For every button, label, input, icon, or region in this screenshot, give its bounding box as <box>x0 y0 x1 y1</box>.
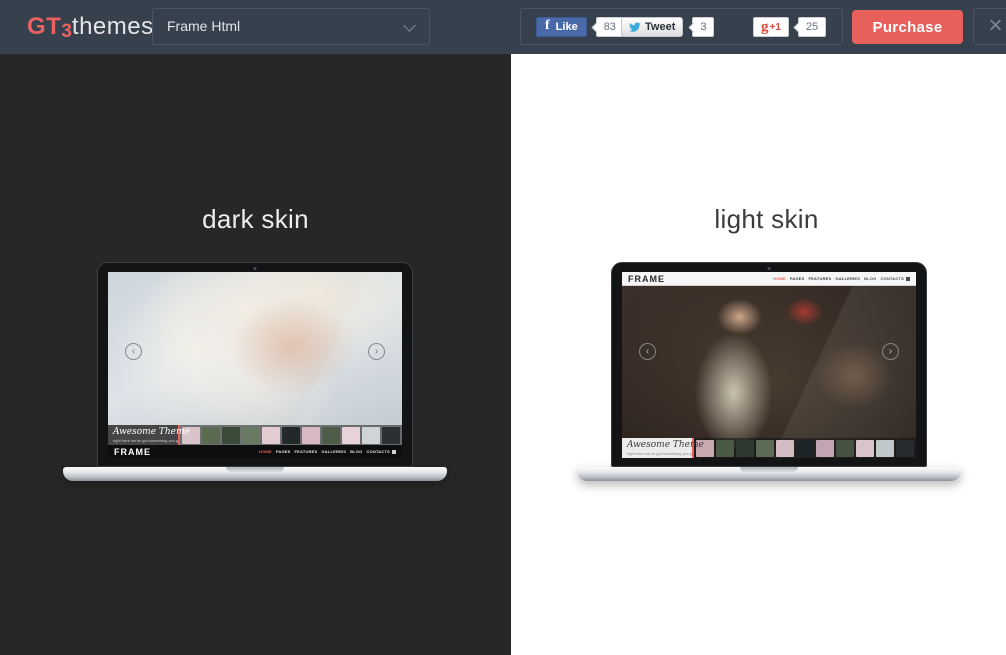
facebook-like-count: 83 <box>596 17 624 37</box>
laptop-notch <box>226 467 284 472</box>
laptop-screen: FRAME HOMEPAGESFEATURESGALLERIESBLOGCONT… <box>611 262 927 467</box>
webcam-dot <box>254 267 257 270</box>
close-button[interactable]: × <box>973 8 1006 45</box>
site-navbar: FRAME HOME PAGES FEATURESGALLERIES BLOG CONT… <box>108 445 402 458</box>
site-menu-item: PAGES <box>276 449 291 454</box>
thumbnail <box>342 427 360 444</box>
logo-themes: themes <box>72 13 154 40</box>
menu-grid-icon <box>392 450 396 454</box>
thumbnail <box>736 440 754 457</box>
social-share-box: f Like 83 Tweet 3 g +1 25 <box>520 8 843 45</box>
gplus-button[interactable]: g +1 <box>753 17 789 37</box>
tweet-count: 3 <box>692 17 714 37</box>
site-logo: FRAME <box>114 447 151 457</box>
gplus-count: 25 <box>798 17 826 37</box>
thumbnail-strip <box>694 438 916 458</box>
slider-next-icon: › <box>368 343 385 360</box>
macbook-mockup-dark: ‹ › Awesome Theme right here we've got s… <box>63 262 447 481</box>
dark-skin-panel: dark skin ‹ › Awesome Theme right here w… <box>0 54 511 655</box>
dark-skin-title: dark skin <box>0 204 511 235</box>
thumbnail <box>302 427 320 444</box>
close-icon: × <box>988 12 1002 39</box>
logo-gt: GT <box>27 13 61 40</box>
thumbnail <box>262 427 280 444</box>
gplus-icon: g <box>761 18 769 36</box>
facebook-like-widget: f Like 83 <box>536 17 624 37</box>
laptop-base <box>63 467 447 481</box>
site-menu-item: FEATURES <box>295 449 318 454</box>
light-skin-title: light skin <box>519 204 1006 235</box>
chevron-down-icon <box>403 19 416 32</box>
thumbnail <box>756 440 774 457</box>
theme-select-value: Frame Html <box>167 9 240 44</box>
theme-select-dropdown[interactable]: Frame Html <box>152 8 430 45</box>
filmstrip: Awesome Theme right here we've got somet… <box>622 438 916 458</box>
slide-caption-title: Awesome Theme <box>113 427 178 437</box>
purchase-button[interactable]: Purchase <box>852 10 963 44</box>
thumbnail <box>282 427 300 444</box>
twitter-bird-icon <box>629 21 641 33</box>
facebook-like-button[interactable]: f Like <box>536 17 587 37</box>
site-menu-item: HOME <box>259 449 272 454</box>
slider-next-icon: › <box>882 343 899 360</box>
topbar: GT3themes Frame Html f Like 83 Tweet 3 g <box>0 0 1006 54</box>
laptop-screen: ‹ › Awesome Theme right here we've got s… <box>97 262 413 467</box>
light-skin-panel: light skin FRAME HOMEPAGESFEATURESGALLER… <box>511 54 1006 655</box>
thumbnail <box>876 440 894 457</box>
site-menu: HOME PAGES FEATURESGALLERIES BLOG CONTACTS <box>259 449 390 454</box>
thumbnail <box>362 427 380 444</box>
gplus-plusone-label: +1 <box>770 22 781 33</box>
screen-glare <box>622 272 916 458</box>
facebook-like-label: Like <box>556 21 578 33</box>
theme-screenshot-light: FRAME HOMEPAGESFEATURESGALLERIESBLOGCONT… <box>622 272 916 458</box>
thumbnail <box>896 440 914 457</box>
thumbnail <box>242 427 260 444</box>
site-menu-item: CONTACTS <box>366 449 390 454</box>
gplus-widget: g +1 25 <box>753 17 826 37</box>
slide-caption: Awesome Theme right here we've got somet… <box>622 438 692 458</box>
thumbnail <box>816 440 834 457</box>
webcam-dot <box>768 267 771 270</box>
thumbnail <box>836 440 854 457</box>
slide-caption-subtitle: right here we've got something you gonna… <box>113 438 178 443</box>
slide-caption-subtitle: right here we've got something you gonna… <box>627 451 692 456</box>
thumbnail <box>382 427 400 444</box>
theme-screenshot-dark: ‹ › Awesome Theme right here we've got s… <box>108 272 402 458</box>
slider-prev-icon: ‹ <box>125 343 142 360</box>
slide-caption: Awesome Theme right here we've got somet… <box>108 425 178 445</box>
tweet-label: Tweet <box>645 21 675 33</box>
thumbnail <box>322 427 340 444</box>
laptop-base <box>577 467 961 481</box>
facebook-icon: f <box>545 18 550 34</box>
slider-prev-icon: ‹ <box>639 343 656 360</box>
thumbnail <box>856 440 874 457</box>
laptop-notch <box>740 467 798 472</box>
thumbnail <box>222 427 240 444</box>
macbook-mockup-light: FRAME HOMEPAGESFEATURESGALLERIESBLOGCONT… <box>577 262 961 481</box>
filmstrip: Awesome Theme right here we've got somet… <box>108 425 402 445</box>
slide-caption-title: Awesome Theme <box>627 440 692 450</box>
tweet-button[interactable]: Tweet <box>621 17 683 37</box>
tweet-widget: Tweet 3 <box>621 17 714 37</box>
thumbnail-strip <box>180 425 402 445</box>
preview-area: dark skin ‹ › Awesome Theme right here w… <box>0 54 1006 655</box>
gt3themes-logo[interactable]: GT3themes <box>27 13 154 41</box>
thumbnail <box>716 440 734 457</box>
site-menu-item: BLOG <box>350 449 362 454</box>
logo-3: 3 <box>61 21 72 42</box>
thumbnail <box>202 427 220 444</box>
site-menu-item: GALLERIES <box>321 449 346 454</box>
thumbnail <box>776 440 794 457</box>
thumbnail <box>796 440 814 457</box>
